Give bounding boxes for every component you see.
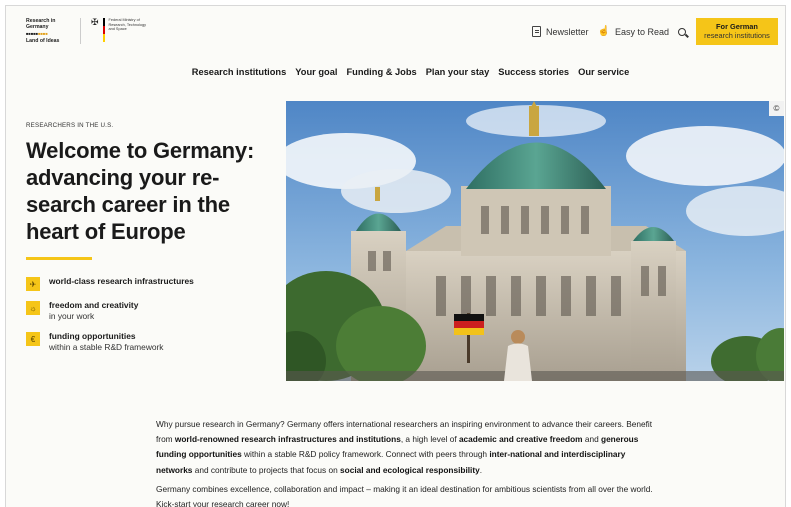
logo-stars: ■■■■■■■■■	[26, 31, 48, 36]
intro-text: Why pursue research in Germany? Germany …	[156, 417, 656, 507]
eagle-icon: ✠	[91, 17, 99, 27]
newsletter-icon	[532, 26, 541, 37]
feature-item: € funding opportunities within a stable …	[26, 331, 194, 353]
berlin-cathedral-illustration	[286, 101, 784, 381]
lightbulb-icon: ☼	[26, 301, 40, 315]
euro-coin-icon: €	[26, 332, 40, 346]
feature-list: ✈ world-class research infrastructures ☼…	[26, 276, 194, 362]
feature-subtitle: within a stable R&D framework	[49, 342, 164, 352]
site-logo[interactable]: Research in Germany ■■■■■■■■■ Land of Id…	[26, 18, 153, 44]
page: Research in Germany ■■■■■■■■■ Land of Id…	[5, 5, 786, 507]
search-icon[interactable]	[678, 27, 686, 36]
easy-to-read-link[interactable]: ☝ Easy to Read	[598, 26, 669, 37]
nav-item-your-goal[interactable]: Your goal	[295, 67, 337, 77]
german-institutions-button[interactable]: For German research institutions	[696, 18, 778, 45]
eyebrow-label: RESEARCHERS IN THE U.S.	[26, 122, 114, 129]
accent-divider	[26, 257, 92, 260]
hero-image: ©	[286, 101, 784, 381]
feature-title: funding opportunities	[49, 331, 136, 341]
intro-paragraph: Germany combines excellence, collaborati…	[156, 483, 653, 507]
ministry-logo[interactable]: ✠ Federal Ministry of Research, Technolo…	[91, 18, 153, 42]
intro-paragraph: Why pursue research in Germany? Germany …	[156, 419, 653, 475]
logo-divider	[80, 18, 81, 44]
main-nav: Research institutions Your goal Funding …	[6, 67, 785, 77]
feature-item: ☼ freedom and creativity in your work	[26, 300, 194, 322]
nav-item-our-service[interactable]: Our service	[578, 67, 629, 77]
rocket-icon: ✈	[26, 277, 40, 291]
feature-title: freedom and creativity	[49, 300, 139, 310]
feature-subtitle: in your work	[49, 311, 95, 321]
nav-item-research-institutions[interactable]: Research institutions	[192, 67, 287, 77]
nav-item-plan-your-stay[interactable]: Plan your stay	[426, 67, 490, 77]
nav-item-funding-jobs[interactable]: Funding & Jobs	[346, 67, 416, 77]
newsletter-link[interactable]: Newsletter	[532, 26, 589, 37]
feature-title: world-class research infrastructures	[49, 276, 194, 286]
german-flag-bar	[102, 18, 105, 42]
header-tools: Newsletter ☝ Easy to Read For German res…	[532, 18, 778, 45]
nav-item-success-stories[interactable]: Success stories	[498, 67, 569, 77]
research-in-germany-logo[interactable]: Research in Germany ■■■■■■■■■ Land of Id…	[26, 18, 70, 44]
page-title: Welcome to Germany: advancing your re-se…	[26, 138, 255, 244]
easy-read-icon: ☝	[597, 26, 610, 37]
feature-item: ✈ world-class research infrastructures	[26, 276, 194, 291]
copyright-badge[interactable]: ©	[769, 101, 784, 116]
